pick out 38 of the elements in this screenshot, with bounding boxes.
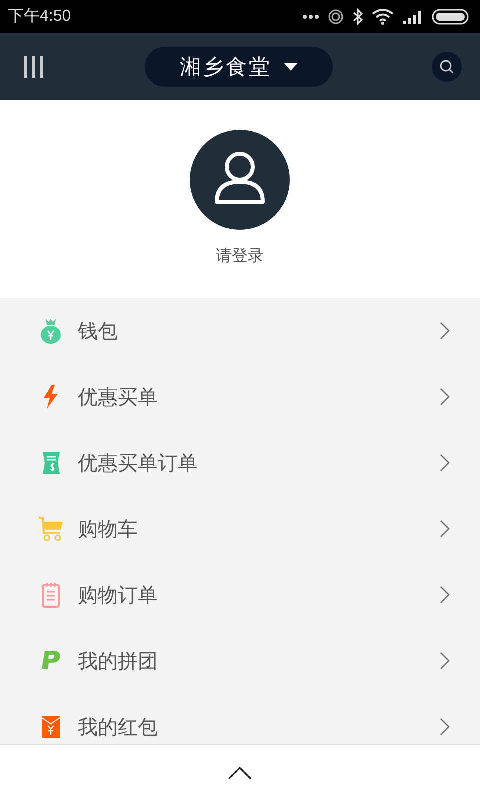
menu-label: 我的拼团 xyxy=(78,648,159,674)
chevron-right-icon xyxy=(440,322,450,340)
menu-label: 优惠买单订单 xyxy=(78,450,199,476)
status-time: 下午4:50 xyxy=(8,7,72,27)
menu-item[interactable]: 优惠买单订单 xyxy=(0,430,480,496)
signal-icon xyxy=(402,10,424,24)
menu-item[interactable]: 我的红包 xyxy=(0,694,480,744)
wifi-icon xyxy=(372,8,394,24)
battery-icon xyxy=(432,8,470,24)
search-button[interactable] xyxy=(432,52,462,82)
ring-icon xyxy=(328,8,344,24)
avatar-icon[interactable] xyxy=(190,130,290,230)
menu-icon[interactable] xyxy=(22,54,46,78)
menu-label: 购物订单 xyxy=(78,582,159,608)
menu-item[interactable]: 购物订单 xyxy=(0,562,480,628)
search-icon xyxy=(439,58,455,74)
menu-item[interactable]: 购物车 xyxy=(0,496,480,562)
menu-item[interactable]: 优惠买单 xyxy=(0,364,480,430)
more-dots-icon xyxy=(302,14,320,20)
menu-label: 钱包 xyxy=(78,318,119,344)
login-link[interactable]: 请登录 xyxy=(216,246,264,267)
chevron-right-icon xyxy=(440,454,450,472)
chevron-right-icon xyxy=(440,586,450,604)
money-bag-icon xyxy=(38,318,64,344)
menu-item[interactable]: 我的拼团 xyxy=(0,628,480,694)
chevron-up-icon[interactable] xyxy=(228,766,252,780)
chevron-right-icon xyxy=(440,718,450,736)
store-selector[interactable]: 湘乡食堂 xyxy=(145,46,333,86)
chevron-right-icon xyxy=(440,652,450,670)
bluetooth-icon xyxy=(352,8,364,26)
menu-label: 购物车 xyxy=(78,516,139,542)
chevron-right-icon xyxy=(440,388,450,406)
menu-label: 优惠买单 xyxy=(78,384,159,410)
cart-icon xyxy=(38,516,64,542)
caret-icon xyxy=(284,62,298,70)
menu-label: 我的红包 xyxy=(78,714,159,740)
chevron-right-icon xyxy=(440,520,450,538)
menu-item[interactable]: 钱包 xyxy=(0,298,480,364)
